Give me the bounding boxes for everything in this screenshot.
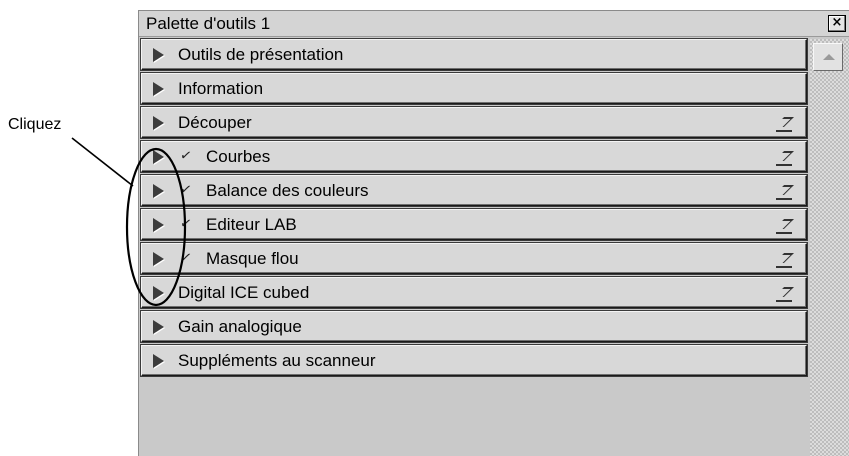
palette-item-label: Découper xyxy=(178,113,252,132)
palette-item-label: Suppléments au scanneur xyxy=(178,351,376,370)
collapse-panel-icon[interactable] xyxy=(774,116,794,132)
palette-item-label: Balance des couleurs xyxy=(206,181,369,200)
collapse-panel-icon[interactable] xyxy=(774,150,794,166)
vertical-scrollbar[interactable] xyxy=(810,39,849,456)
scroll-up-button[interactable] xyxy=(813,43,843,71)
expand-triangle-icon[interactable] xyxy=(153,184,164,198)
close-icon: × xyxy=(831,15,843,30)
expand-triangle-icon[interactable] xyxy=(153,116,164,130)
expand-triangle-icon[interactable] xyxy=(153,286,164,300)
palette-item[interactable]: Gain analogique xyxy=(141,311,807,342)
expand-triangle-icon[interactable] xyxy=(153,48,164,62)
palette-item[interactable]: ✓ Courbes xyxy=(141,141,807,172)
palette-item[interactable]: ✓ Masque flou xyxy=(141,243,807,274)
title-bar[interactable]: Palette d'outils 1 × xyxy=(139,11,849,37)
palette-item-label: Courbes xyxy=(206,147,271,166)
expand-triangle-icon[interactable] xyxy=(153,320,164,334)
checkmark-icon[interactable]: ✓ xyxy=(179,181,193,199)
palette-item-label: Masque flou xyxy=(206,249,299,268)
expand-triangle-icon[interactable] xyxy=(153,150,164,164)
palette-item[interactable]: Digital ICE cubed xyxy=(141,277,807,308)
expand-triangle-icon[interactable] xyxy=(153,354,164,368)
checkmark-icon[interactable]: ✓ xyxy=(179,215,193,233)
collapse-panel-icon[interactable] xyxy=(774,252,794,268)
collapse-panel-icon[interactable] xyxy=(774,286,794,302)
checkmark-icon[interactable]: ✓ xyxy=(179,147,193,165)
palette-item[interactable]: ✓ Editeur LAB xyxy=(141,209,807,240)
palette-item-label: Digital ICE cubed xyxy=(178,283,310,302)
expand-triangle-icon[interactable] xyxy=(153,82,164,96)
palette-item-label: Outils de présentation xyxy=(178,45,344,64)
callout-label: Cliquez xyxy=(8,116,62,133)
collapse-panel-icon[interactable] xyxy=(774,184,794,200)
collapse-panel-icon[interactable] xyxy=(774,218,794,234)
palette-item[interactable]: ✓ Balance des couleurs xyxy=(141,175,807,206)
palette-item[interactable]: Outils de présentation xyxy=(141,39,807,70)
palette-item-label: Gain analogique xyxy=(178,317,302,336)
checkmark-icon[interactable]: ✓ xyxy=(179,249,193,267)
tool-palette-window: Palette d'outils 1 × Outils de présentat… xyxy=(138,10,849,456)
palette-item[interactable]: Information xyxy=(141,73,807,104)
close-button[interactable]: × xyxy=(828,15,846,32)
palette-item-label: Information xyxy=(178,79,264,98)
expand-triangle-icon[interactable] xyxy=(153,252,164,266)
palette-item-label: Editeur LAB xyxy=(206,215,297,234)
palette-list: Outils de présentation Information Découpe… xyxy=(141,39,807,379)
callout-leader-line xyxy=(71,137,134,187)
scroll-up-arrow-icon xyxy=(823,54,835,60)
palette-item[interactable]: Découper xyxy=(141,107,807,138)
palette-item[interactable]: Suppléments au scanneur xyxy=(141,345,807,376)
expand-triangle-icon[interactable] xyxy=(153,218,164,232)
window-title: Palette d'outils 1 xyxy=(146,14,271,33)
